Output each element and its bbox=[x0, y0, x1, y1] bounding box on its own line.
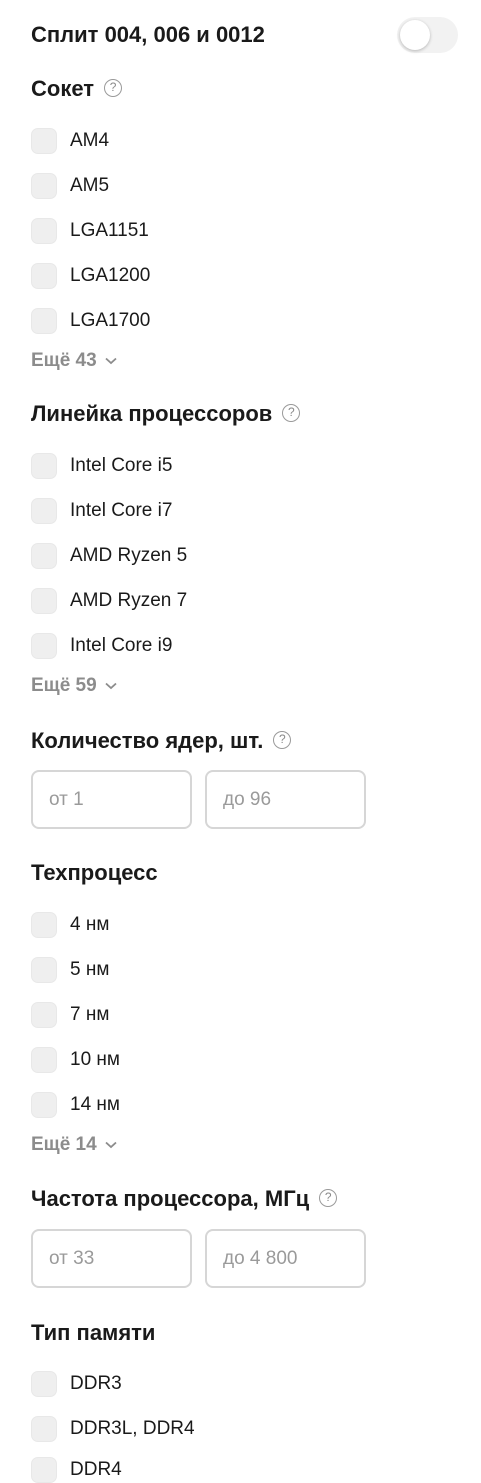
process-option-5nm[interactable]: 5 нм bbox=[31, 957, 109, 983]
show-more-label: Ещё 43 bbox=[31, 350, 97, 371]
process-section-header: Техпроцесс bbox=[31, 860, 158, 886]
cpu-line-option-core-i9[interactable]: Intel Core i9 bbox=[31, 633, 172, 659]
checkbox[interactable] bbox=[31, 1371, 57, 1397]
checkbox[interactable] bbox=[31, 633, 57, 659]
cores-to-field[interactable] bbox=[205, 770, 366, 829]
checkbox[interactable] bbox=[31, 1092, 57, 1118]
socket-option-lga1151[interactable]: LGA1151 bbox=[31, 218, 149, 244]
cpu-line-option-core-i7[interactable]: Intel Core i7 bbox=[31, 498, 172, 524]
option-label: DDR3 bbox=[70, 1373, 122, 1394]
option-label: Intel Core i5 bbox=[70, 455, 173, 476]
help-icon[interactable]: ? bbox=[282, 404, 301, 423]
option-label: AMD Ryzen 5 bbox=[70, 545, 188, 566]
frequency-from-input[interactable] bbox=[33, 1231, 190, 1286]
socket-option-lga1200[interactable]: LGA1200 bbox=[31, 263, 150, 289]
checkbox[interactable] bbox=[31, 498, 57, 524]
option-label: AM4 bbox=[70, 130, 110, 151]
cpu-line-section-header: Линейка процессоров? bbox=[31, 401, 301, 427]
checkbox[interactable] bbox=[31, 263, 57, 289]
frequency-to-input[interactable] bbox=[207, 1231, 364, 1286]
process-option-7nm[interactable]: 7 нм bbox=[31, 1002, 109, 1028]
frequency-section-header: Частота процессора, МГц? bbox=[31, 1186, 338, 1212]
checkbox[interactable] bbox=[31, 453, 57, 479]
help-icon[interactable]: ? bbox=[104, 79, 123, 98]
option-label: AM5 bbox=[70, 175, 110, 196]
cores-to-input[interactable] bbox=[207, 772, 364, 827]
option-label: DDR3L, DDR4 bbox=[70, 1418, 195, 1439]
chevron-down-icon bbox=[105, 357, 117, 365]
checkbox[interactable] bbox=[31, 957, 57, 983]
chevron-down-icon bbox=[105, 682, 117, 690]
option-label: AMD Ryzen 7 bbox=[70, 590, 188, 611]
toggle-knob bbox=[400, 20, 430, 50]
memory-option-ddr4[interactable]: DDR4 bbox=[31, 1457, 122, 1483]
cores-title: Количество ядер, шт. bbox=[31, 728, 264, 753]
option-label: Intel Core i9 bbox=[70, 635, 173, 656]
process-option-4nm[interactable]: 4 нм bbox=[31, 912, 109, 938]
cpu-line-option-core-i5[interactable]: Intel Core i5 bbox=[31, 453, 172, 479]
show-more-label: Ещё 14 bbox=[31, 1134, 97, 1155]
socket-section-header: Сокет? bbox=[31, 76, 123, 102]
process-option-10nm[interactable]: 10 нм bbox=[31, 1047, 120, 1073]
memory-option-ddr3l-ddr4[interactable]: DDR3L, DDR4 bbox=[31, 1416, 195, 1442]
cores-from-field[interactable] bbox=[31, 770, 192, 829]
checkbox[interactable] bbox=[31, 1416, 57, 1442]
option-label: LGA1151 bbox=[70, 220, 149, 241]
frequency-from-field[interactable] bbox=[31, 1229, 192, 1288]
process-title: Техпроцесс bbox=[31, 860, 158, 885]
socket-option-am5[interactable]: AM5 bbox=[31, 173, 109, 199]
checkbox[interactable] bbox=[31, 218, 57, 244]
checkbox[interactable] bbox=[31, 588, 57, 614]
cores-from-input[interactable] bbox=[33, 772, 190, 827]
checkbox[interactable] bbox=[31, 173, 57, 199]
checkbox[interactable] bbox=[31, 912, 57, 938]
checkbox[interactable] bbox=[31, 1047, 57, 1073]
chevron-down-icon bbox=[105, 1141, 117, 1149]
memory-title: Тип памяти bbox=[31, 1320, 156, 1345]
cpu-line-title: Линейка процессоров bbox=[31, 401, 273, 426]
option-label: DDR4 bbox=[70, 1459, 122, 1480]
checkbox[interactable] bbox=[31, 308, 57, 334]
cpu-line-option-ryzen-7[interactable]: AMD Ryzen 7 bbox=[31, 588, 187, 614]
memory-section-header: Тип памяти bbox=[31, 1320, 155, 1346]
cores-section-header: Количество ядер, шт.? bbox=[31, 728, 292, 754]
socket-show-more[interactable]: Ещё 43 bbox=[31, 350, 117, 372]
cpu-line-option-ryzen-5[interactable]: AMD Ryzen 5 bbox=[31, 543, 187, 569]
option-label: 14 нм bbox=[70, 1094, 120, 1115]
show-more-label: Ещё 59 bbox=[31, 675, 97, 696]
checkbox[interactable] bbox=[31, 543, 57, 569]
option-label: Intel Core i7 bbox=[70, 500, 173, 521]
socket-option-lga1700[interactable]: LGA1700 bbox=[31, 308, 150, 334]
cpu-line-show-more[interactable]: Ещё 59 bbox=[31, 675, 117, 697]
split-toggle[interactable] bbox=[397, 17, 458, 53]
option-label: LGA1200 bbox=[70, 265, 151, 286]
option-label: 10 нм bbox=[70, 1049, 120, 1070]
socket-option-am4[interactable]: AM4 bbox=[31, 128, 109, 154]
checkbox[interactable] bbox=[31, 1457, 57, 1483]
option-label: LGA1700 bbox=[70, 310, 151, 331]
socket-title: Сокет bbox=[31, 76, 95, 101]
split-label: Сплит 004, 006 и 0012 bbox=[31, 22, 265, 47]
option-label: 5 нм bbox=[70, 959, 110, 980]
checkbox[interactable] bbox=[31, 128, 57, 154]
option-label: 4 нм bbox=[70, 914, 110, 935]
frequency-to-field[interactable] bbox=[205, 1229, 366, 1288]
help-icon[interactable]: ? bbox=[319, 1189, 338, 1208]
process-show-more[interactable]: Ещё 14 bbox=[31, 1134, 117, 1156]
memory-option-ddr3[interactable]: DDR3 bbox=[31, 1371, 122, 1397]
checkbox[interactable] bbox=[31, 1002, 57, 1028]
frequency-title: Частота процессора, МГц bbox=[31, 1186, 310, 1211]
help-icon[interactable]: ? bbox=[273, 731, 292, 750]
process-option-14nm[interactable]: 14 нм bbox=[31, 1092, 120, 1118]
option-label: 7 нм bbox=[70, 1004, 110, 1025]
